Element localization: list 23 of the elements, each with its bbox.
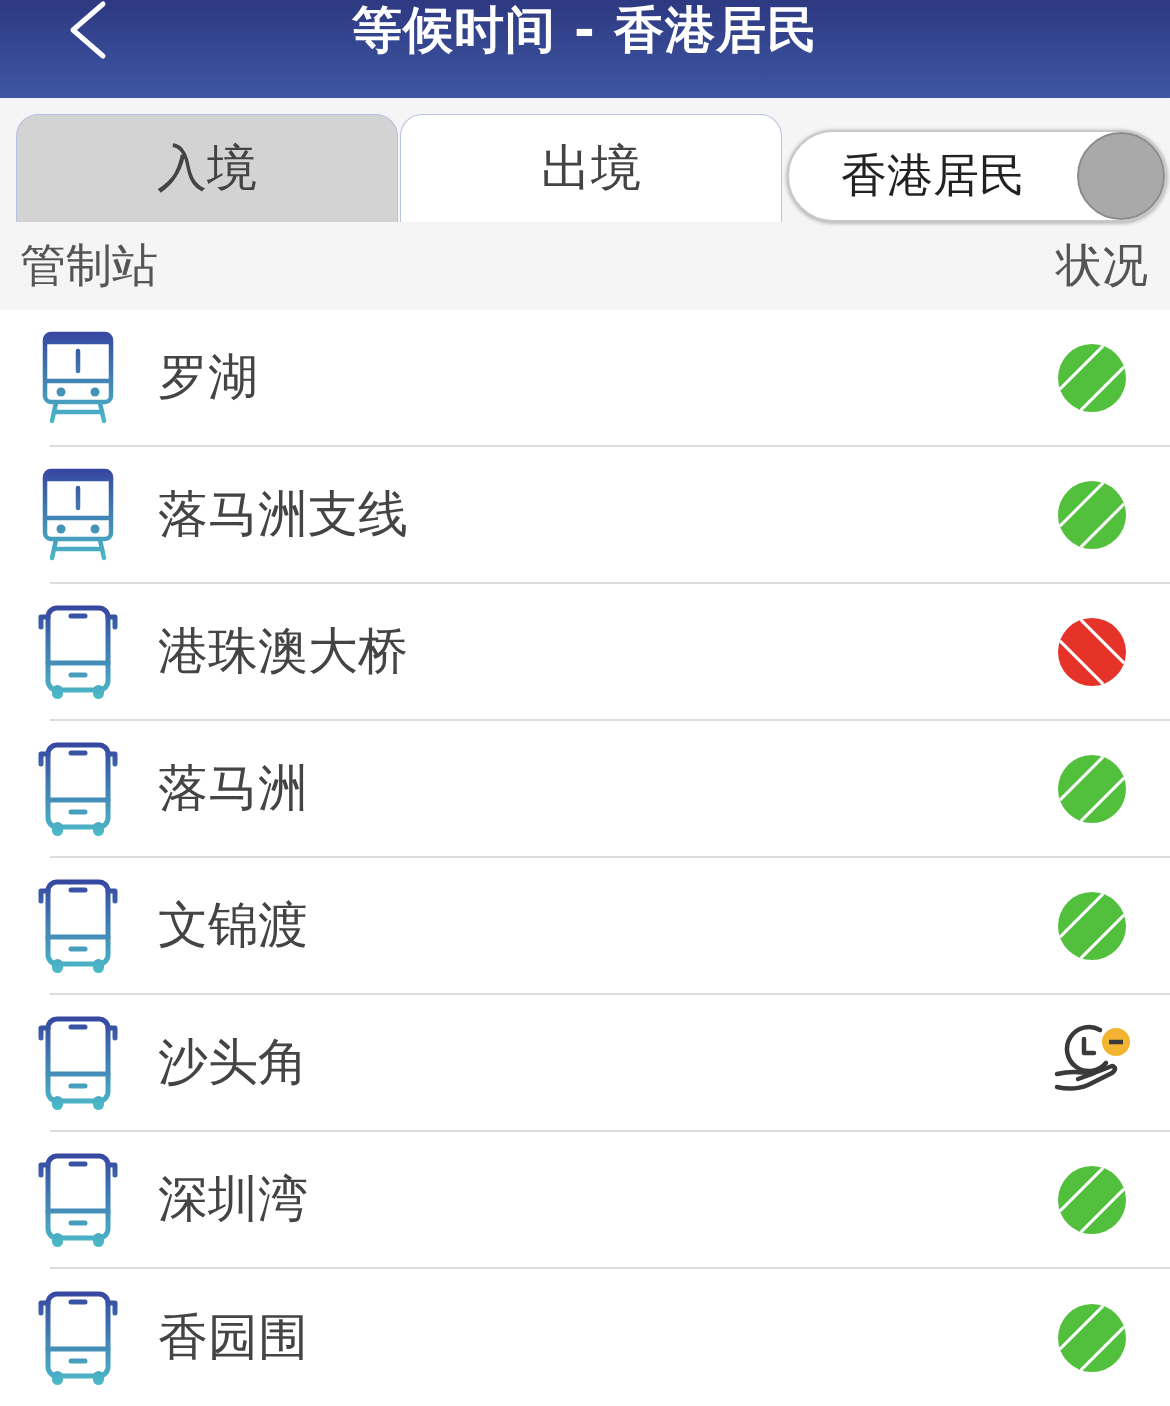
station-name: 罗湖 <box>158 347 259 408</box>
station-name: 沙头角 <box>158 1032 309 1093</box>
knob-icon <box>1077 132 1165 220</box>
column-header: 状况 <box>1056 237 1148 294</box>
station-name: 文锦渡 <box>158 895 309 956</box>
bus-icon <box>38 741 118 836</box>
toggle-switch[interactable]: 香港居民 <box>787 130 1167 222</box>
tab[interactable]: 出境 <box>400 114 782 222</box>
train-icon <box>42 330 114 425</box>
tab[interactable]: 入境 <box>16 114 398 222</box>
bus-icon <box>38 1015 118 1110</box>
column-header: 管制站 <box>20 237 158 294</box>
station-name: 落马洲支线 <box>158 484 409 545</box>
station-name: 港珠澳大桥 <box>158 621 409 682</box>
station-name: 落马洲 <box>158 758 309 819</box>
bus-icon <box>38 1290 118 1385</box>
train-icon <box>42 467 114 562</box>
station-name: 深圳湾 <box>158 1169 309 1230</box>
bus-icon <box>38 604 118 699</box>
bus-icon <box>38 1152 118 1247</box>
station-name: 香园围 <box>158 1307 309 1368</box>
bus-icon <box>38 878 118 973</box>
page-title: 等候时间 - 香港居民 <box>351 0 819 60</box>
